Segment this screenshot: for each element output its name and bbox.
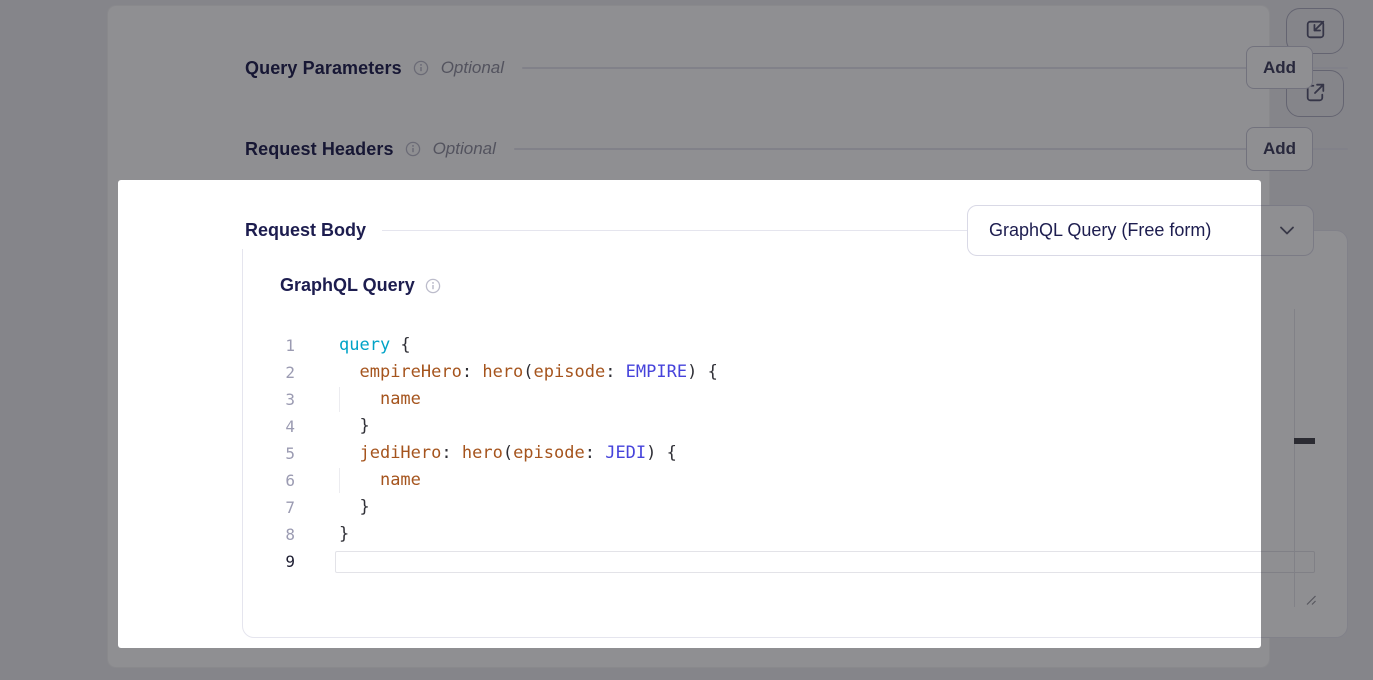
line-number: 4	[243, 413, 295, 440]
line-number: 5	[243, 440, 295, 467]
request-body-title: Request Body	[238, 211, 382, 249]
query-parameters-section: Query Parameters Optional	[245, 46, 1348, 90]
code-line[interactable]: name	[339, 467, 1315, 494]
code-line[interactable]: query {	[339, 332, 1315, 359]
line-number: 6	[243, 467, 295, 494]
graphql-query-label-row: GraphQL Query	[280, 275, 441, 296]
line-number: 9	[243, 548, 295, 575]
query-parameters-title: Query Parameters	[245, 58, 402, 79]
line-number: 8	[243, 521, 295, 548]
resize-handle-icon[interactable]	[1302, 591, 1317, 611]
resource-form-card: Query Parameters Optional Add Request He…	[107, 5, 1270, 668]
code-line[interactable]	[339, 548, 1315, 575]
info-icon	[425, 278, 441, 294]
request-headers-title: Request Headers	[245, 139, 394, 160]
info-icon	[413, 60, 429, 76]
line-number: 1	[243, 332, 295, 359]
code-line[interactable]: name	[339, 386, 1315, 413]
optional-label: Optional	[441, 58, 504, 78]
code-line[interactable]: }	[339, 494, 1315, 521]
line-number: 3	[243, 386, 295, 413]
code-line[interactable]: jediHero: hero(episode: JEDI) {	[339, 440, 1315, 467]
add-request-header-button[interactable]: Add	[1246, 127, 1313, 171]
chevron-down-icon	[1280, 222, 1294, 240]
info-icon	[405, 141, 421, 157]
optional-label: Optional	[433, 139, 496, 159]
body-type-select-value: GraphQL Query (Free form)	[989, 220, 1211, 241]
divider	[522, 67, 1348, 69]
line-number-gutter: 123456789	[243, 332, 295, 575]
add-query-parameter-button[interactable]: Add	[1246, 46, 1313, 89]
request-headers-section: Request Headers Optional	[245, 127, 1348, 171]
code-lines[interactable]: query { empireHero: hero(episode: EMPIRE…	[339, 332, 1315, 575]
api-resource-config-page: Query Parameters Optional Add Request He…	[0, 0, 1373, 680]
line-number: 7	[243, 494, 295, 521]
graphql-query-label: GraphQL Query	[280, 275, 415, 296]
line-number: 2	[243, 359, 295, 386]
graphql-editor-container: GraphQL Query 123456789 query { empireHe…	[242, 230, 1348, 638]
code-line[interactable]: }	[339, 413, 1315, 440]
code-line[interactable]: empireHero: hero(episode: EMPIRE) {	[339, 359, 1315, 386]
edit-in-box-icon	[1303, 17, 1328, 45]
body-type-select[interactable]: GraphQL Query (Free form)	[967, 205, 1314, 256]
divider	[514, 148, 1348, 150]
code-line[interactable]: }	[339, 521, 1315, 548]
editor-scrollbar-thumb[interactable]	[1294, 438, 1315, 444]
